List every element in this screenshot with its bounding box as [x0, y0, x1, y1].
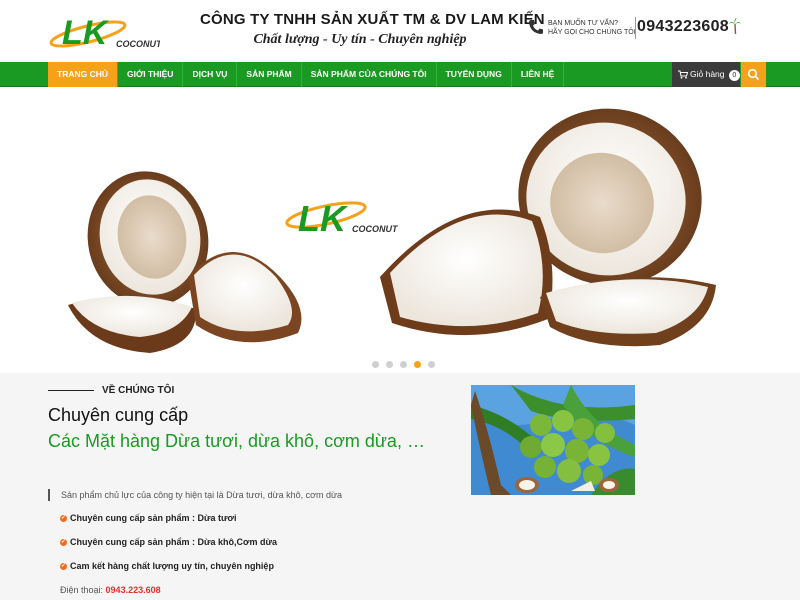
logo-letters: LK — [62, 14, 110, 52]
nav-item-contact[interactable]: LIÊN HỆ — [512, 62, 565, 87]
section-rule — [48, 390, 94, 391]
contact-block: BẠN MUỐN TƯ VẤN? HÃY GỌI CHO CHÚNG TÔI — [528, 16, 648, 42]
contact-call-us: HÃY GỌI CHO CHÚNG TÔI — [548, 29, 636, 36]
list-item: ✓ Cam kết hàng chất lượng uy tín, chuyên… — [60, 561, 277, 585]
nav-item-recruitment[interactable]: TUYỂN DỤNG — [437, 62, 512, 87]
list-item-text: Cam kết hàng chất lượng uy tín, chuyên n… — [70, 561, 274, 571]
about-title: Chuyên cung cấp — [48, 405, 189, 425]
about-section: VỀ CHÚNG TÔI Chuyên cung cấp Các Mặt hàn… — [0, 373, 800, 600]
search-button[interactable] — [741, 62, 766, 87]
banner-logo-letters: LK — [298, 198, 349, 239]
list-item-text: Chuyên cung cấp sản phẩm : Dừa khô,Cơm d… — [70, 537, 277, 547]
list-item-text: Chuyên cung cấp sản phẩm : Dừa tươi — [70, 513, 237, 523]
list-item: ✓ Chuyên cung cấp sản phẩm : Dừa tươi — [60, 513, 277, 537]
contact-divider — [635, 17, 636, 39]
phone-value[interactable]: 0943.223.608 — [106, 585, 161, 595]
search-icon — [747, 68, 760, 81]
check-circle-icon: ✓ — [60, 563, 67, 570]
slider-dot[interactable] — [386, 361, 393, 368]
slider-dot[interactable] — [372, 361, 379, 368]
nav-item-about[interactable]: GIỚI THIỆU — [118, 62, 184, 87]
slider-dot-active[interactable] — [414, 361, 421, 368]
slider-dots — [372, 361, 435, 368]
check-circle-icon: ✓ — [60, 539, 67, 546]
phone-row: Điện thoại: 0943.223.608 — [60, 585, 161, 595]
about-intro: Sản phẩm chủ lực của công ty hiện tại là… — [61, 490, 343, 500]
company-name: CÔNG TY TNHH SẢN XUẤT TM & DV LAM KIẾN — [200, 11, 545, 28]
phone-label: Điện thoại: — [60, 585, 104, 595]
phone-icon — [529, 20, 543, 34]
slider-dot[interactable] — [428, 361, 435, 368]
check-circle-icon: ✓ — [60, 515, 67, 522]
coconut-banner-image: LK COCONUT — [68, 108, 716, 353]
cart-icon — [678, 70, 688, 79]
nav-list: TRANG CHỦ GIỚI THIỆU DỊCH VỤ SẢN PHẨM SẢ… — [48, 62, 565, 87]
logo-icon: LK COCONUT — [49, 14, 163, 52]
company-block: CÔNG TY TNHH SẢN XUẤT TM & DV LAM KIẾN C… — [200, 11, 545, 48]
banner-logo-word: COCONUT — [352, 224, 399, 234]
logo-word: COCONUT — [116, 39, 160, 49]
nav-item-our-products[interactable]: SẢN PHẨM CỦA CHÚNG TÔI — [302, 62, 437, 87]
nav-item-services[interactable]: DỊCH VỤ — [183, 62, 238, 87]
cart-button[interactable]: Giỏ hàng 0 — [672, 62, 740, 87]
about-subtitle: Các Mặt hàng Dừa tươi, dừa khô, cơm dừa,… — [48, 431, 425, 451]
nav-item-products[interactable]: SẢN PHẨM — [237, 62, 302, 87]
cart-label: Giỏ hàng — [690, 69, 725, 79]
palm-tree-icon — [729, 18, 741, 34]
list-item: ✓ Chuyên cung cấp sản phẩm : Dừa khô,Cơm… — [60, 537, 277, 561]
company-slogan: Chất lượng - Uy tín - Chuyên nghiệp — [253, 32, 467, 47]
site-logo[interactable]: LK COCONUT — [48, 10, 163, 52]
nav-item-home[interactable]: TRANG CHỦ — [48, 62, 118, 87]
hotline-number[interactable]: 0943223608 — [637, 18, 729, 36]
slider-dot[interactable] — [400, 361, 407, 368]
coconut-tree-image — [471, 385, 635, 495]
contact-prompt: BẠN MUỐN TƯ VẤN? — [548, 20, 619, 27]
section-label: VỀ CHÚNG TÔI — [102, 385, 175, 396]
hero-slider[interactable]: LK COCONUT — [0, 87, 800, 373]
cart-count-badge: 0 — [728, 70, 740, 81]
main-nav: TRANG CHỦ GIỚI THIỆU DỊCH VỤ SẢN PHẨM SẢ… — [0, 62, 800, 87]
intro-bar — [48, 489, 50, 501]
feature-list: ✓ Chuyên cung cấp sản phẩm : Dừa tươi ✓ … — [60, 513, 277, 585]
site-header: LK COCONUT CÔNG TY TNHH SẢN XUẤT TM & DV… — [0, 0, 800, 62]
coconut-photo — [471, 385, 635, 495]
